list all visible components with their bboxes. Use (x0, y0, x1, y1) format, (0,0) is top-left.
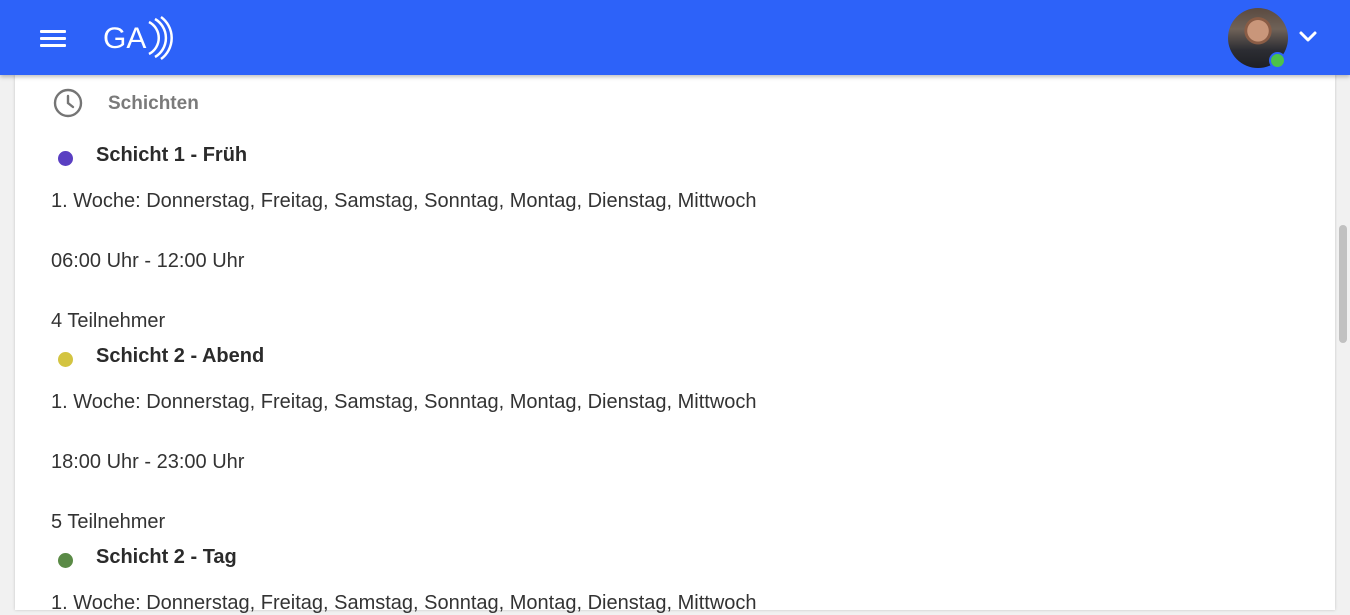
shift-name: Schicht 1 - Früh (96, 144, 248, 166)
shift-item: Schicht 2 - Abend 1. Woche: Donnerstag, … (51, 345, 1251, 533)
shift-item: Schicht 1 - Früh 1. Woche: Donnerstag, F… (51, 144, 1251, 332)
shift-participants: 5 Teilnehmer (51, 511, 166, 533)
shift-color-dot (58, 553, 73, 568)
shift-item: Schicht 2 - Tag 1. Woche: Donnerstag, Fr… (51, 546, 1251, 614)
online-status-dot (1269, 52, 1286, 69)
shift-days: 1. Woche: Donnerstag, Freitag, Samstag, … (51, 190, 757, 212)
shift-time: 06:00 Uhr - 12:00 Uhr (51, 250, 245, 272)
menu-button[interactable] (38, 27, 68, 49)
shift-header: Schicht 1 - Früh (51, 144, 1251, 172)
scrollbar[interactable] (1337, 75, 1350, 600)
shift-header: Schicht 2 - Abend (51, 345, 1251, 373)
hamburger-menu-icon-bar (40, 44, 66, 47)
chevron-down-icon[interactable] (1298, 29, 1318, 45)
shift-name: Schicht 2 - Abend (96, 345, 265, 367)
profile-menu[interactable] (1228, 8, 1328, 69)
shift-days: 1. Woche: Donnerstag, Freitag, Samstag, … (51, 592, 757, 614)
hamburger-menu-icon (40, 30, 66, 33)
scrollbar-thumb[interactable] (1339, 225, 1347, 343)
clock-icon (53, 88, 83, 118)
top-app-bar: GA (0, 0, 1350, 75)
shifts-card: Schichten Schicht 1 - Früh 1. Woche: Don… (15, 70, 1335, 614)
shift-participants: 4 Teilnehmer (51, 310, 166, 332)
shift-color-dot (58, 352, 73, 367)
section-title: Schichten (108, 93, 199, 114)
shift-time: 18:00 Uhr - 23:00 Uhr (51, 451, 245, 473)
svg-text:GA: GA (103, 22, 146, 55)
shift-days: 1. Woche: Donnerstag, Freitag, Samstag, … (51, 391, 757, 413)
shift-name: Schicht 2 - Tag (96, 546, 237, 568)
app-logo[interactable]: GA (103, 14, 177, 62)
shift-header: Schicht 2 - Tag (51, 546, 1251, 574)
shift-color-dot (58, 151, 73, 166)
hamburger-menu-icon-bar (40, 37, 66, 40)
section-header: Schichten (52, 87, 452, 119)
